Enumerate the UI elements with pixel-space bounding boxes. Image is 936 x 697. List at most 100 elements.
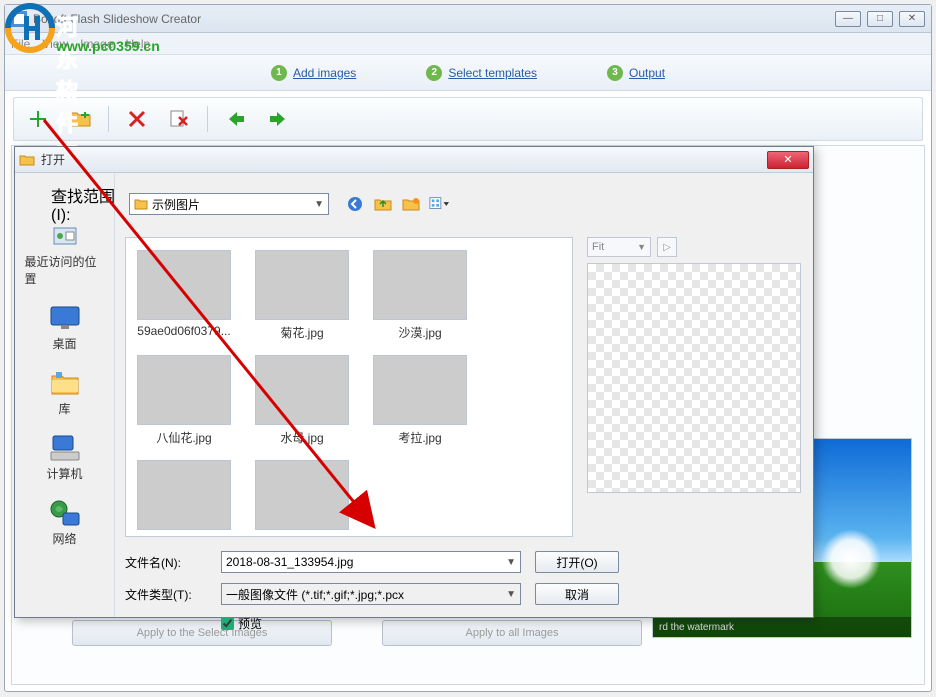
clear-list-icon: [169, 109, 189, 129]
menu-help[interactable]: Help: [126, 37, 151, 51]
file-name: 沙漠.jpg: [370, 324, 470, 341]
step-2-label: Select templates: [448, 66, 537, 80]
file-name: 考拉.jpg: [370, 429, 470, 446]
nav-new-folder-button[interactable]: [401, 194, 421, 214]
file-name: 菊花.jpg: [252, 324, 352, 341]
chevron-down-icon: ▼: [314, 199, 324, 210]
step-1-badge: 1: [271, 65, 287, 81]
nav-view-menu-button[interactable]: [429, 194, 449, 214]
step-bar: 1 Add images 2 Select templates 3 Output: [5, 55, 931, 91]
preview-pane: Fit ▼ ▷: [587, 237, 801, 537]
fit-combo[interactable]: Fit ▼: [587, 237, 651, 257]
file-name: 水母.jpg: [252, 429, 352, 446]
open-dialog: 打开 ✕ 最近访问的位置 桌面 库 计算机 网络: [14, 146, 814, 618]
preview-checkbox[interactable]: [221, 617, 234, 630]
cancel-button[interactable]: 取消: [535, 583, 619, 605]
file-name-label: 文件名(N):: [125, 554, 207, 571]
file-item[interactable]: 59ae0d06f0379...: [134, 250, 234, 341]
place-label: 网络: [52, 530, 76, 547]
play-button[interactable]: ▷: [657, 237, 677, 257]
network-icon: [49, 499, 81, 527]
computer-icon: [49, 434, 81, 462]
chevron-down-icon: ▼: [637, 242, 646, 252]
step-select-templates[interactable]: 2 Select templates: [426, 65, 537, 81]
window-title: Boxoft Flash Slideshow Creator: [33, 12, 835, 26]
step-output[interactable]: 3 Output: [607, 65, 665, 81]
add-image-button[interactable]: [24, 105, 52, 133]
menu-bar: File View Image Help: [5, 33, 931, 55]
file-item[interactable]: 菊花.jpg: [252, 250, 352, 341]
view-menu-icon: [429, 196, 449, 212]
menu-image[interactable]: Image: [80, 37, 113, 51]
file-item[interactable]: 沙漠.jpg: [370, 250, 470, 341]
preview-box: [587, 263, 801, 493]
delete-x-icon: [128, 110, 146, 128]
file-name: 59ae0d06f0379...: [134, 324, 234, 338]
plus-icon: [28, 109, 48, 129]
file-item[interactable]: 企鹅.jpg: [252, 460, 352, 537]
nav-up-button[interactable]: [373, 194, 393, 214]
step-add-images[interactable]: 1 Add images: [271, 65, 356, 81]
file-list[interactable]: 59ae0d06f0379... 菊花.jpg 沙漠.jpg 八仙花.jpg 水…: [125, 237, 573, 537]
file-type-label: 文件类型(T):: [125, 586, 207, 603]
clear-button[interactable]: [165, 105, 193, 133]
app-icon: [11, 11, 27, 27]
dialog-title-bar: 打开 ✕: [15, 147, 813, 173]
title-bar: Boxoft Flash Slideshow Creator — □ ✕: [5, 5, 931, 33]
place-computer[interactable]: 计算机: [25, 433, 105, 482]
place-label: 桌面: [52, 335, 76, 352]
place-recent[interactable]: 最近访问的位置: [25, 221, 105, 287]
tool-bar: [13, 97, 923, 141]
step-3-badge: 3: [607, 65, 623, 81]
prev-button[interactable]: [222, 105, 250, 133]
back-icon: [347, 196, 363, 212]
bottom-form: 文件名(N): 2018-08-31_133954.jpg ▼ 打开(O) 文件…: [125, 551, 801, 605]
folder-plus-icon: [69, 110, 91, 128]
file-name: 八仙花.jpg: [134, 429, 234, 446]
look-in-label: 查找范围(I):: [51, 183, 121, 225]
separator: [207, 106, 208, 132]
open-button[interactable]: 打开(O): [535, 551, 619, 573]
separator: [108, 106, 109, 132]
dialog-close-button[interactable]: ✕: [767, 151, 809, 169]
libraries-icon: [50, 370, 80, 396]
chevron-down-icon: ▼: [506, 557, 516, 568]
menu-view[interactable]: View: [42, 37, 68, 51]
desktop-icon: [49, 305, 81, 331]
minimize-button[interactable]: —: [835, 11, 861, 27]
dialog-main: 查找范围(I): 示例图片 ▼ 59ae0d06f0379... 菊花.jpg: [115, 173, 813, 617]
maximize-button[interactable]: □: [867, 11, 893, 27]
place-libraries[interactable]: 库: [25, 368, 105, 417]
preview-check-label: 预览: [238, 615, 262, 632]
look-in-combo[interactable]: 示例图片 ▼: [129, 193, 329, 215]
file-item[interactable]: 考拉.jpg: [370, 355, 470, 446]
recent-places-icon: [48, 222, 82, 250]
place-network[interactable]: 网络: [25, 498, 105, 547]
file-type-combo[interactable]: 一般图像文件 (*.tif;*.gif;*.jpg;*.pcx ▼: [221, 583, 521, 605]
place-label: 计算机: [46, 465, 82, 482]
file-item[interactable]: 水母.jpg: [252, 355, 352, 446]
look-in-value: 示例图片: [152, 196, 200, 213]
file-name: 灯塔.jpg: [134, 534, 234, 537]
fit-label: Fit: [592, 241, 604, 253]
next-button[interactable]: [264, 105, 292, 133]
file-name: 企鹅.jpg: [252, 534, 352, 537]
nav-back-button[interactable]: [345, 194, 365, 214]
file-name-value: 2018-08-31_133954.jpg: [226, 555, 353, 569]
file-name-combo[interactable]: 2018-08-31_133954.jpg ▼: [221, 551, 521, 573]
file-item[interactable]: 八仙花.jpg: [134, 355, 234, 446]
add-folder-button[interactable]: [66, 105, 94, 133]
new-folder-icon: [402, 197, 420, 211]
close-button[interactable]: ✕: [899, 11, 925, 27]
step-3-label: Output: [629, 66, 665, 80]
chevron-down-icon: ▼: [506, 589, 516, 600]
menu-file[interactable]: File: [11, 37, 30, 51]
folder-up-icon: [374, 197, 392, 211]
folder-open-icon: [19, 152, 35, 168]
delete-button[interactable]: [123, 105, 151, 133]
places-bar: 最近访问的位置 桌面 库 计算机 网络: [15, 173, 115, 617]
place-desktop[interactable]: 桌面: [25, 303, 105, 352]
play-icon: ▷: [663, 242, 671, 253]
file-item[interactable]: 灯塔.jpg: [134, 460, 234, 537]
folder-icon: [134, 198, 148, 210]
